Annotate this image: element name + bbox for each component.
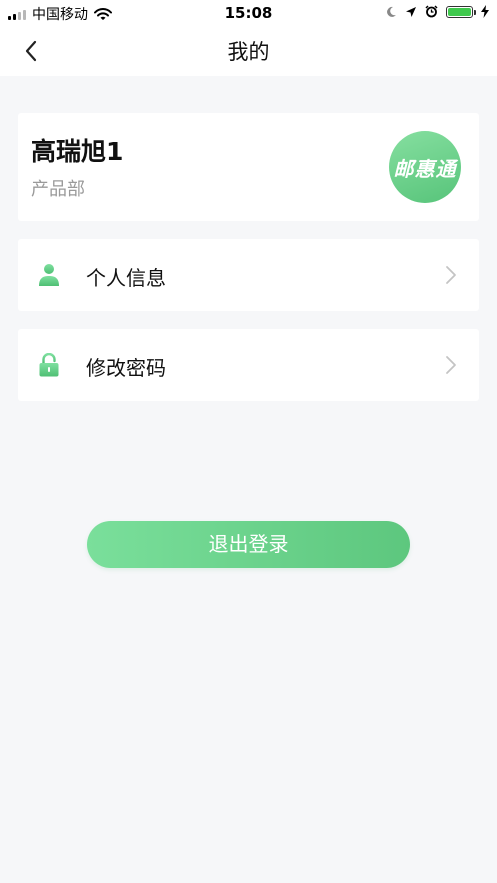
battery-fill [448,7,471,16]
profile-card: 高瑞旭1 产品部 邮惠通 [18,113,479,221]
app-logo: 邮惠通 [389,131,461,203]
menu-item-label: 个人信息 [86,266,166,290]
logout-button[interactable]: 退出登录 [87,521,410,568]
menu-item-personal-info[interactable]: 个人信息 [18,239,479,311]
status-bar: 中国移动 15:08 [0,0,497,26]
menu-item-label: 修改密码 [86,356,166,380]
menu-item-change-password[interactable]: 修改密码 [18,329,479,401]
location-arrow-icon [406,6,416,17]
user-icon [39,264,59,286]
moon-icon [387,6,396,17]
status-icons [386,5,489,18]
lock-icon [39,353,59,377]
nav-bar: 我的 [0,26,497,76]
charging-bolt-icon [481,5,489,18]
chevron-right-icon [446,266,456,284]
page-title: 我的 [227,40,270,64]
battery-icon [446,5,476,18]
user-name: 高瑞旭1 [31,137,124,166]
chevron-right-icon [446,356,456,374]
alarm-clock-icon [425,5,438,18]
user-department: 产品部 [31,179,85,200]
